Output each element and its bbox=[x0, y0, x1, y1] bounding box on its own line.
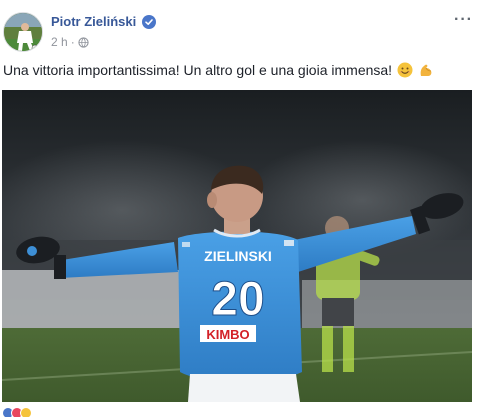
smiling-face-icon bbox=[397, 62, 413, 78]
post-photo[interactable]: ZIELINSKI 20 KIMBO bbox=[2, 90, 472, 402]
post-header: Piotr Zieliński 2 h · ··· bbox=[0, 0, 479, 58]
author-line: Piotr Zieliński bbox=[51, 14, 157, 29]
author-name-link[interactable]: Piotr Zieliński bbox=[51, 14, 136, 29]
globe-icon[interactable] bbox=[78, 36, 89, 48]
sponsor-logo: KIMBO bbox=[206, 327, 249, 342]
wow-reaction-icon bbox=[20, 407, 32, 417]
post-meta: 2 h · bbox=[51, 35, 89, 49]
verified-badge-icon bbox=[142, 14, 157, 29]
jersey-name: ZIELINSKI bbox=[204, 248, 272, 264]
jersey-number: 20 bbox=[211, 273, 264, 326]
post-timestamp[interactable]: 2 h bbox=[51, 35, 68, 49]
post-text: Una vittoria importantissima! Un altro g… bbox=[3, 62, 434, 78]
avatar[interactable] bbox=[3, 12, 43, 52]
more-options-icon[interactable]: ··· bbox=[454, 12, 473, 28]
flexed-biceps-icon bbox=[420, 64, 432, 76]
post-message: Una vittoria importantissima! Un altro g… bbox=[3, 62, 393, 78]
reactions-summary[interactable] bbox=[2, 407, 32, 417]
meta-separator: · bbox=[70, 35, 75, 49]
